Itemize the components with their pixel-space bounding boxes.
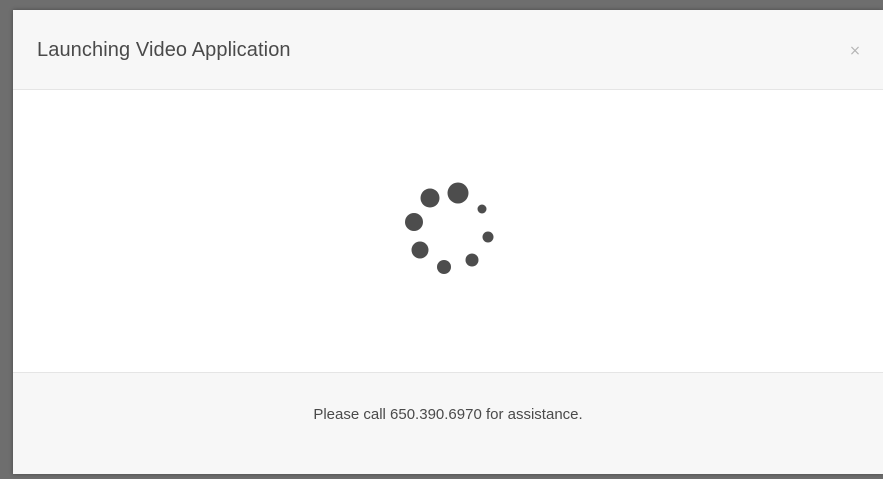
assistance-message: Please call 650.390.6970 for assistance.: [313, 406, 583, 423]
spinner-dot: [477, 204, 487, 214]
dialog-body: [13, 90, 883, 372]
spinner-dot: [437, 260, 451, 274]
loading-spinner-icon: [405, 182, 494, 274]
spinner-dot: [411, 241, 429, 259]
spinner-dot: [482, 231, 494, 243]
spinner-dot: [420, 188, 440, 208]
dialog-header: Launching Video Application ×: [13, 10, 883, 90]
close-button[interactable]: ×: [847, 43, 863, 59]
dialog-footer: Please call 650.390.6970 for assistance.: [13, 372, 883, 474]
dialog-title: Launching Video Application: [37, 39, 291, 61]
spinner-dot: [405, 213, 423, 231]
spinner-dot: [447, 182, 469, 204]
launching-dialog: Launching Video Application × Please cal…: [13, 10, 883, 474]
spinner-dot: [465, 253, 479, 267]
